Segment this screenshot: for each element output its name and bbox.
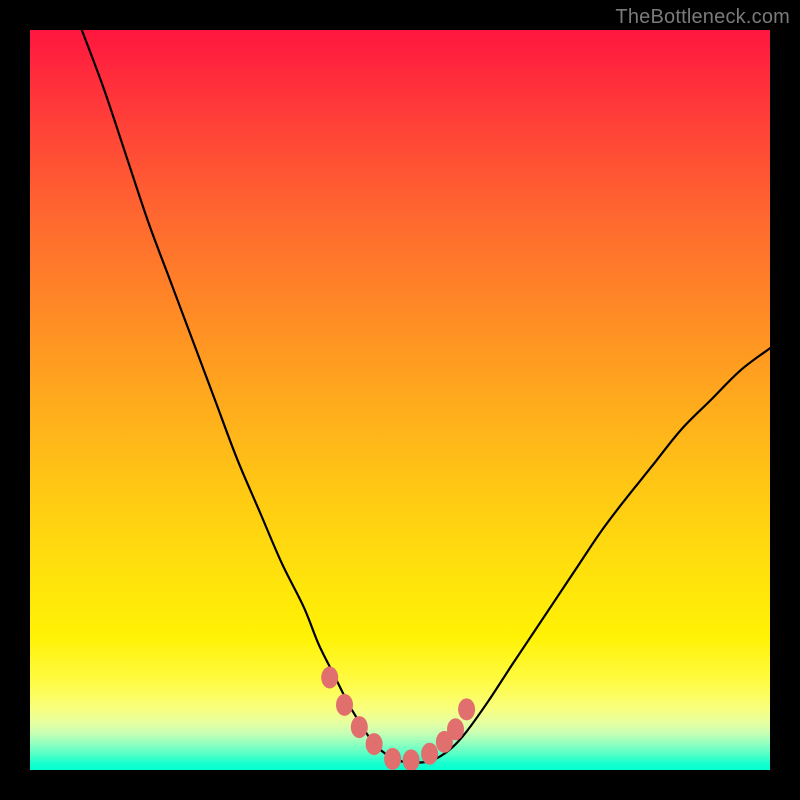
chart-frame: TheBottleneck.com — [0, 0, 800, 800]
curve-marker — [336, 694, 353, 716]
curve-marker — [366, 733, 383, 755]
plot-area — [30, 30, 770, 770]
curve-marker — [447, 718, 464, 740]
curve-marker — [351, 716, 368, 738]
curve-markers — [321, 667, 475, 771]
curve-marker — [321, 667, 338, 689]
curve-marker — [458, 698, 475, 720]
curve-marker — [421, 743, 438, 765]
bottleneck-curve — [82, 30, 770, 763]
attribution-watermark: TheBottleneck.com — [615, 6, 790, 29]
curve-layer — [30, 30, 770, 770]
curve-marker — [384, 748, 401, 770]
curve-marker — [403, 749, 420, 770]
